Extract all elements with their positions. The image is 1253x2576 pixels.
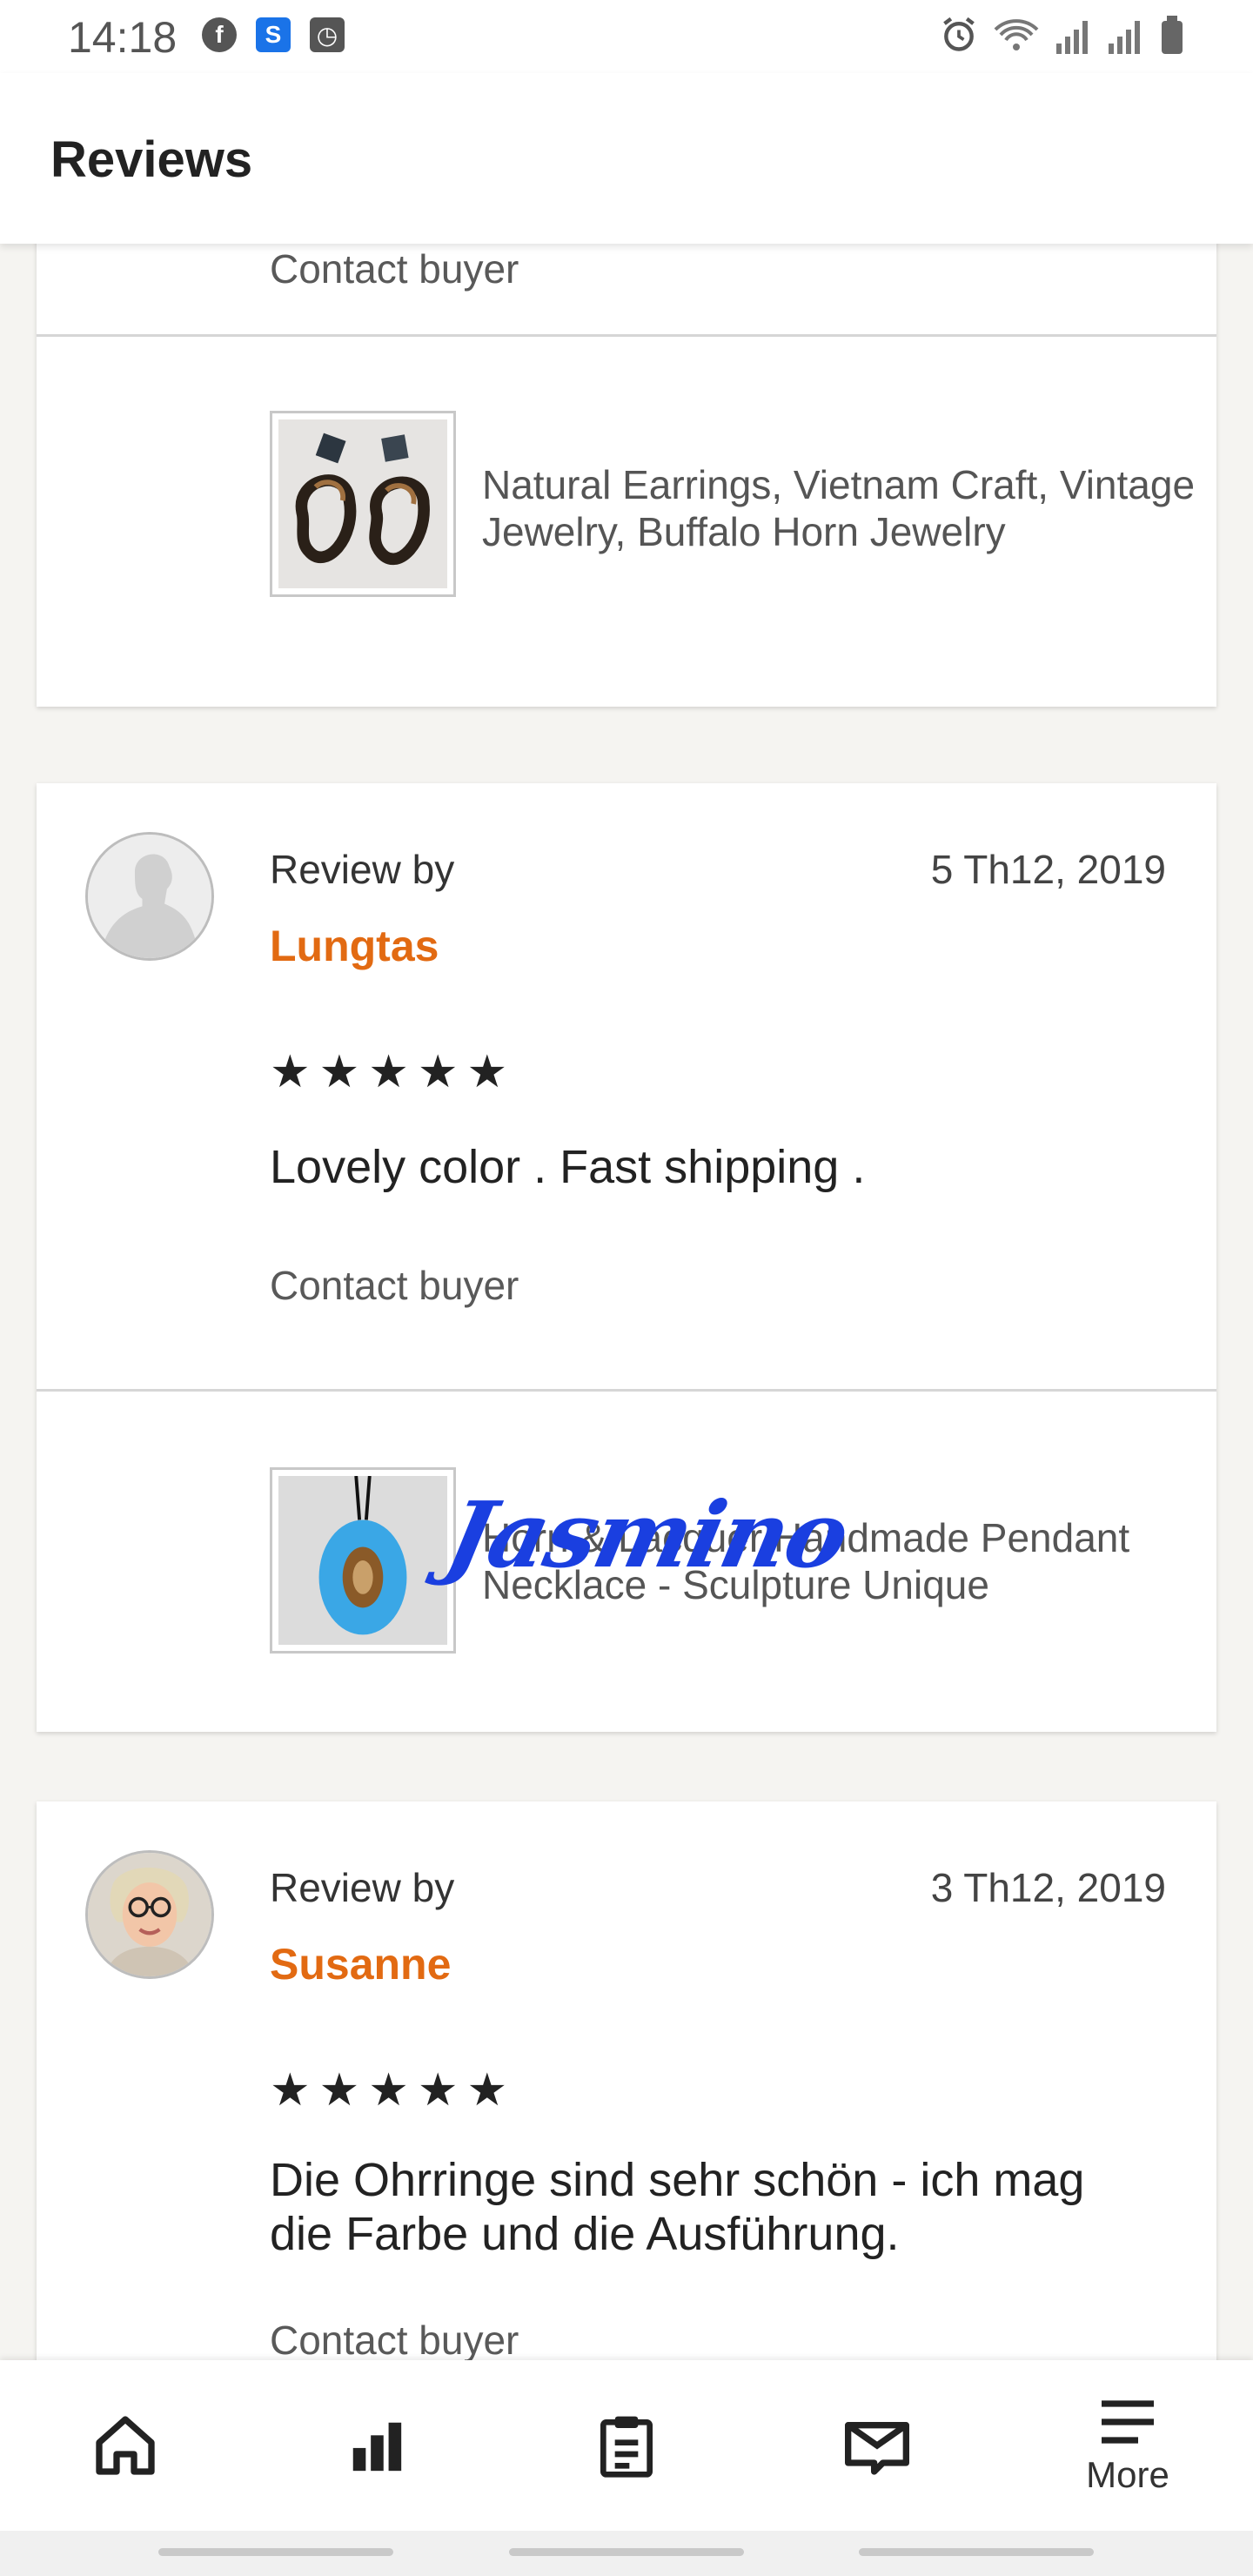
calendar-app-icon: ◷ <box>310 17 345 52</box>
bottom-navigation: More <box>0 2360 1253 2531</box>
earrings-image <box>278 419 447 588</box>
contact-buyer-link[interactable]: Contact buyer <box>270 245 519 292</box>
reviews-list[interactable]: Contact buyer Natural Earrings, Vietnam … <box>0 244 1253 2360</box>
gesture-pill[interactable] <box>158 2548 393 2556</box>
divider <box>37 334 1216 337</box>
star-rating: ★★★★★ <box>270 2065 517 2116</box>
divider <box>37 1389 1216 1392</box>
reviewer-name[interactable]: Susanne <box>270 1939 451 1989</box>
home-icon <box>96 2416 155 2475</box>
nav-orders[interactable] <box>501 2360 752 2531</box>
review-text: Die Ohrringe sind sehr schön - ich mag d… <box>270 2154 1085 2260</box>
review-card: Review by 5 Th12, 2019 Lungtas ★★★★★ Lov… <box>37 783 1216 1732</box>
avatar <box>85 1850 214 1979</box>
stats-icon <box>352 2422 402 2472</box>
signal-icon <box>1109 21 1140 54</box>
status-time: 14:18 <box>68 13 178 62</box>
review-card: Review by 3 Th12, 2019 Susanne ★★★★★ Die… <box>37 1801 1216 2360</box>
avatar <box>85 832 214 961</box>
app-header: Reviews <box>0 73 1253 244</box>
star-rating: ★★★★★ <box>270 1047 517 1097</box>
user-photo-avatar <box>88 1853 211 1976</box>
nav-stats[interactable] <box>251 2360 501 2531</box>
alarm-icon <box>943 17 975 51</box>
watermark-signature: Jasmino <box>437 1481 857 1588</box>
status-bar: 14:18 f S ◷ <box>0 0 1253 73</box>
menu-icon <box>1102 2400 1154 2444</box>
contact-buyer-link[interactable]: Contact buyer <box>270 1262 519 1309</box>
nav-home[interactable] <box>0 2360 251 2531</box>
contact-buyer-link[interactable]: Contact buyer <box>270 2317 519 2360</box>
page-title: Reviews <box>50 131 253 188</box>
review-by-label: Review by <box>270 1865 455 1910</box>
reviewer-name[interactable]: Lungtas <box>270 921 439 971</box>
listing-thumbnail[interactable] <box>270 411 456 597</box>
nav-more[interactable]: More <box>1002 2360 1253 2531</box>
orders-icon <box>600 2416 653 2478</box>
status-notification-icons: f S ◷ <box>202 17 345 52</box>
review-date: 5 Th12, 2019 <box>930 847 1166 892</box>
listing-thumbnail[interactable] <box>270 1467 456 1654</box>
listing-title[interactable]: Natural Earrings, Vietnam Craft, Vintage… <box>482 461 1204 555</box>
battery-icon <box>1162 16 1183 54</box>
facebook-icon: f <box>202 17 237 52</box>
review-by-label: Review by <box>270 847 455 892</box>
default-avatar-icon <box>88 835 211 958</box>
gesture-pill[interactable] <box>509 2548 744 2556</box>
review-card: Contact buyer Natural Earrings, Vietnam … <box>37 244 1216 707</box>
messages-icon <box>845 2422 909 2475</box>
nav-more-label: More <box>1086 2454 1169 2495</box>
nav-messages[interactable] <box>752 2360 1002 2531</box>
review-date: 3 Th12, 2019 <box>930 1865 1166 1910</box>
system-gesture-bar <box>0 2531 1253 2576</box>
wifi-icon <box>994 19 1039 50</box>
s-app-icon: S <box>256 17 291 52</box>
pendant-image <box>278 1475 447 1645</box>
gesture-pill[interactable] <box>859 2548 1094 2556</box>
status-system-icons <box>940 16 1185 54</box>
signal-icon <box>1056 21 1088 54</box>
review-text: Lovely color . Fast shipping . <box>270 1141 866 1193</box>
